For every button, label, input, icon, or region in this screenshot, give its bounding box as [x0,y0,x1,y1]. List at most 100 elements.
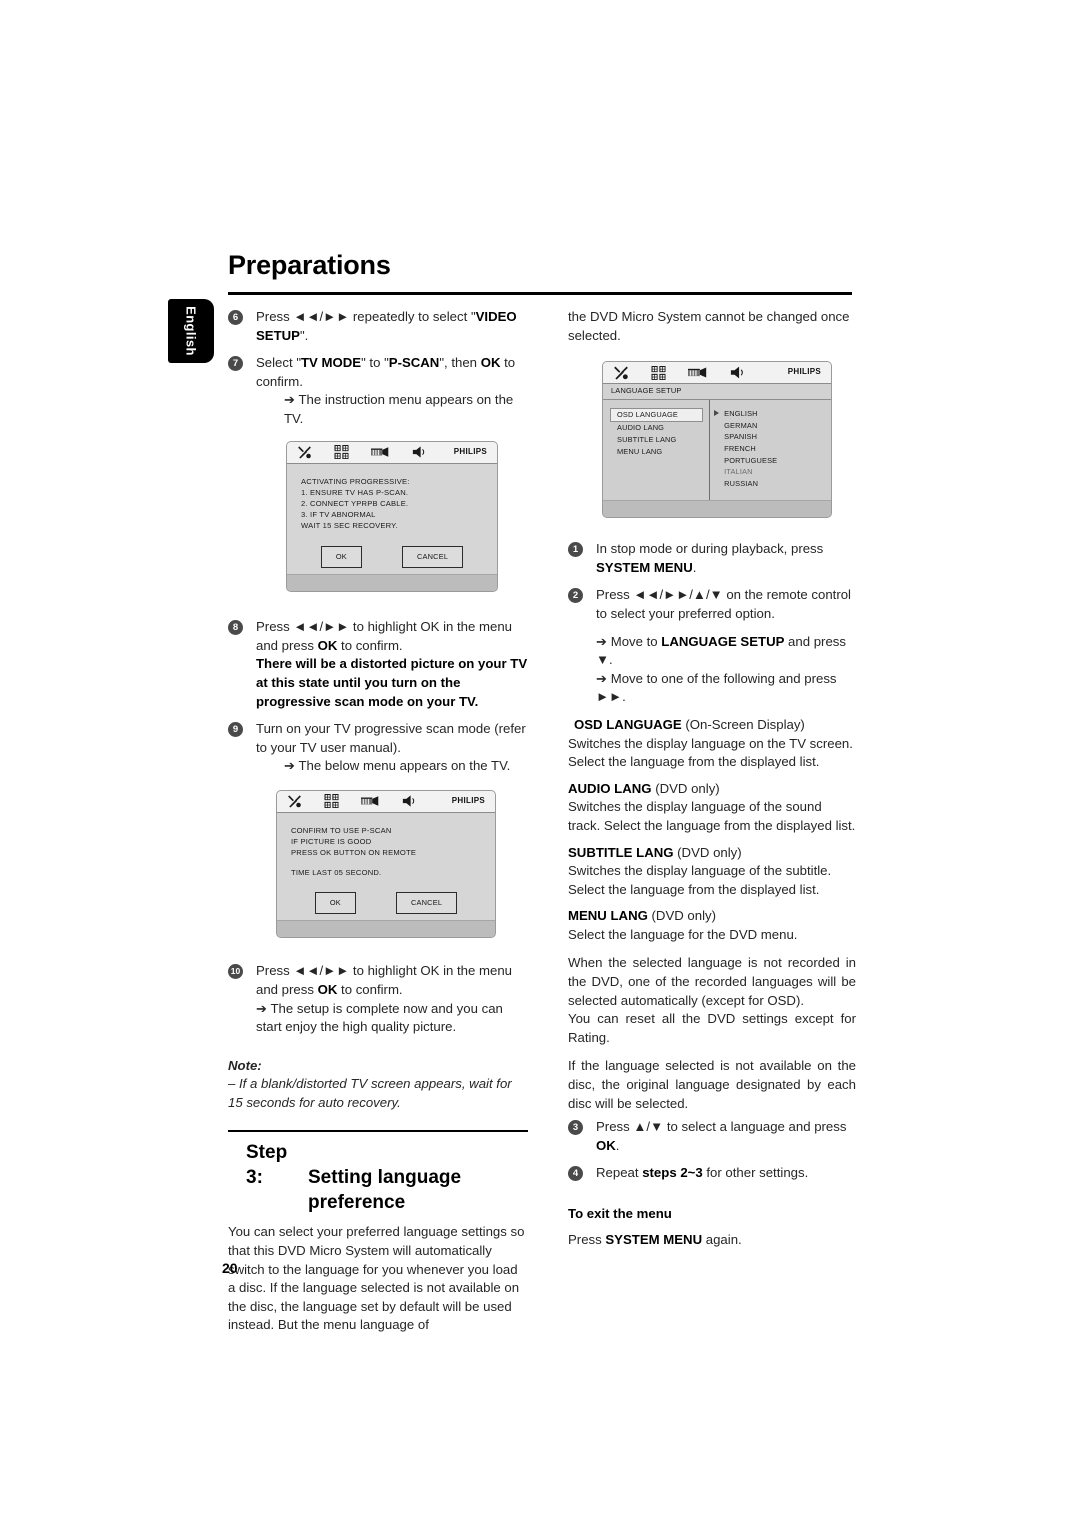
paragraph-language-not-available: If the language selected is not availabl… [568,1058,856,1111]
step3-label: Step 3: [246,1142,288,1189]
tv-menu-item-menu-lang[interactable]: MENU LANG [611,446,709,458]
step3-title-line1: Setting language [308,1167,462,1189]
left-column: 6 Press ◄◄/►► repeatedly to select "VIDE… [228,308,528,1335]
step-10-t1: Press [256,963,294,979]
tv-screenshot-activating-progressive: PHILIPS ACTIVATING PROGRESSIVE: 1. ENSUR… [286,440,498,593]
tv-text-line: CONFIRM TO USE P-SCAN [291,825,392,835]
definition-body: Switches the display language of the sub… [568,863,832,897]
step-8-warning: There will be a distorted picture on you… [256,656,528,709]
step-10-result: ➔ The setup is complete now and you can … [256,1000,503,1035]
step-7-number: 7 [228,356,243,372]
tv-option-english[interactable]: ENGLISH [724,408,831,420]
tv-cancel-button[interactable]: CANCEL [401,545,464,569]
tv-menu-item-audio-lang[interactable]: AUDIO LANG [611,422,709,434]
step-8-t3: to confirm. [337,637,403,653]
tv-option-russian[interactable]: RUSSIAN [724,478,831,490]
rc-step-4-b1: steps 2~3 [642,1165,703,1181]
step-7-b3: OK [480,355,501,371]
tv-option-list: ENGLISH GERMAN SPANISH FRENCH PORTUGUESE… [710,400,831,500]
philips-logo: PHILIPS [451,796,485,806]
rc-step-1: 1 In stop mode or during playback, press… [568,540,856,577]
speaker-icon [412,443,431,461]
step-10: 10 Press ◄◄/►► to highlight OK in the me… [228,962,528,1036]
rc-step-2-bullet-1: ➔ Move to LANGUAGE SETUP and press ▼. [596,633,856,670]
tv-footer-bar [277,920,495,938]
video-camera-icon [371,443,390,461]
definition-body: Switches the display language on the TV … [568,735,853,770]
tv-ok-button[interactable]: OK [314,891,356,915]
rc-step-2-bullet1-pre: ➔ Move to [596,633,662,649]
paragraph-language-not-recorded: When the selected language is not record… [568,955,856,1008]
step-6-text-mid: repeatedly to select " [349,309,476,324]
definition-qualifier: (On-Screen Display) [681,716,805,732]
definition-qualifier: (DVD only) [651,780,720,796]
video-camera-icon [361,792,380,810]
rc-step-2-keys: ◄◄/►►/▲/▼ [633,587,723,603]
exit-t2: again. [702,1231,742,1247]
tv-section-title: LANGUAGE SETUP [603,384,831,401]
continuation-paragraph: the DVD Micro System cannot be changed o… [568,309,850,343]
tv-option-french[interactable]: FRENCH [724,443,831,455]
step-7: 7 Select "TV MODE" to "P-SCAN", then OK … [228,354,528,428]
step-9-result: ➔ The below menu appears on the TV. [284,758,511,774]
step-10-number: 10 [228,964,243,980]
speaker-icon [730,364,750,382]
step-10-t3: to confirm. [337,981,403,997]
language-side-tab-label: English [183,306,199,356]
tv-option-italian[interactable]: ITALIAN [724,466,831,478]
philips-logo: PHILIPS [453,446,487,456]
page-title: Preparations [228,250,391,280]
rc-step-2: 2 Press ◄◄/►►/▲/▼ on the remote control … [568,586,856,707]
step-7-b1: TV MODE [301,355,362,371]
tv-text-line: TIME LAST 05 SECOND. [291,867,382,877]
rc-step-2-t1: Press [596,587,634,603]
tv-cancel-button[interactable]: CANCEL [395,891,458,915]
step-9-number: 9 [228,722,243,738]
tv-menu-list: OSD LANGUAGE AUDIO LANG SUBTITLE LANG ME… [603,400,711,501]
tv-screenshot-confirm-pscan: PHILIPS CONFIRM TO USE P-SCAN IF PICTURE… [276,789,496,939]
rc-step-3: 3 Press ▲/▼ to select a language and pre… [568,1118,856,1155]
step-8: 8 Press ◄◄/►► to highlight OK in the men… [228,618,528,711]
rc-step-3-t3: . [615,1137,620,1153]
definition-body: Select the language for the DVD menu. [568,926,798,942]
step-7-b2: P-SCAN [388,355,440,371]
tv-icon-bar: PHILIPS [603,362,831,385]
tv-ok-button[interactable]: OK [320,545,362,569]
rc-step-1-t2: . [692,559,697,575]
tv-option-german[interactable]: GERMAN [724,420,831,432]
manual-page: Preparations English 6 Press ◄◄/►► repea… [0,0,1080,1528]
definition-qualifier: (DVD only) [647,908,717,924]
tv-option-portuguese[interactable]: PORTUGUESE [724,455,831,467]
step-8-number: 8 [228,620,243,636]
rc-step-3-keys: ▲/▼ [633,1119,664,1135]
exit-section: To exit the menu Press SYSTEM MENU again… [568,1205,856,1249]
rc-step-1-number: 1 [568,542,583,558]
step-8-b1: OK [317,637,338,653]
rc-step-3-t2: to select a language and press [663,1119,847,1135]
language-side-tab: English [168,299,214,363]
exit-instruction: Press SYSTEM MENU again. [568,1231,856,1250]
grid-display-icon [334,443,349,461]
tv-button-row: OK CANCEL [301,545,483,569]
step-6-number: 6 [228,310,243,325]
rc-step-2-bullet-2: ➔ Move to one of the following and press… [596,670,837,705]
tv-screenshot-language-setup: PHILIPS LANGUAGE SETUP OSD LANGUAGE AUDI… [602,361,832,519]
tv-menu-item-osd-language[interactable]: OSD LANGUAGE [610,408,704,423]
note-block: Note: – If a blank/distorted TV screen a… [228,1057,528,1113]
definition-subtitle-lang: SUBTITLE LANG (DVD only) Switches the di… [568,844,856,900]
definition-osd-language: OSD LANGUAGE (On-Screen Display) Switche… [568,716,856,772]
tv-option-spanish[interactable]: SPANISH [724,431,831,443]
grid-display-icon [651,364,666,382]
rc-step-3-t1: Press [596,1119,634,1135]
video-camera-icon [688,364,708,382]
rc-step-4-t1: Repeat [596,1165,643,1181]
step-10-b1: OK [317,981,338,997]
tools-icon [287,792,302,810]
philips-logo: PHILIPS [787,367,821,377]
tv-icon-bar: PHILIPS [287,441,497,464]
step-6-keys: ◄◄/►► [293,309,350,324]
title-divider [228,292,852,295]
tools-icon [297,443,312,461]
tv-button-row: OK CANCEL [291,891,481,915]
tv-menu-item-subtitle-lang[interactable]: SUBTITLE LANG [611,434,709,446]
